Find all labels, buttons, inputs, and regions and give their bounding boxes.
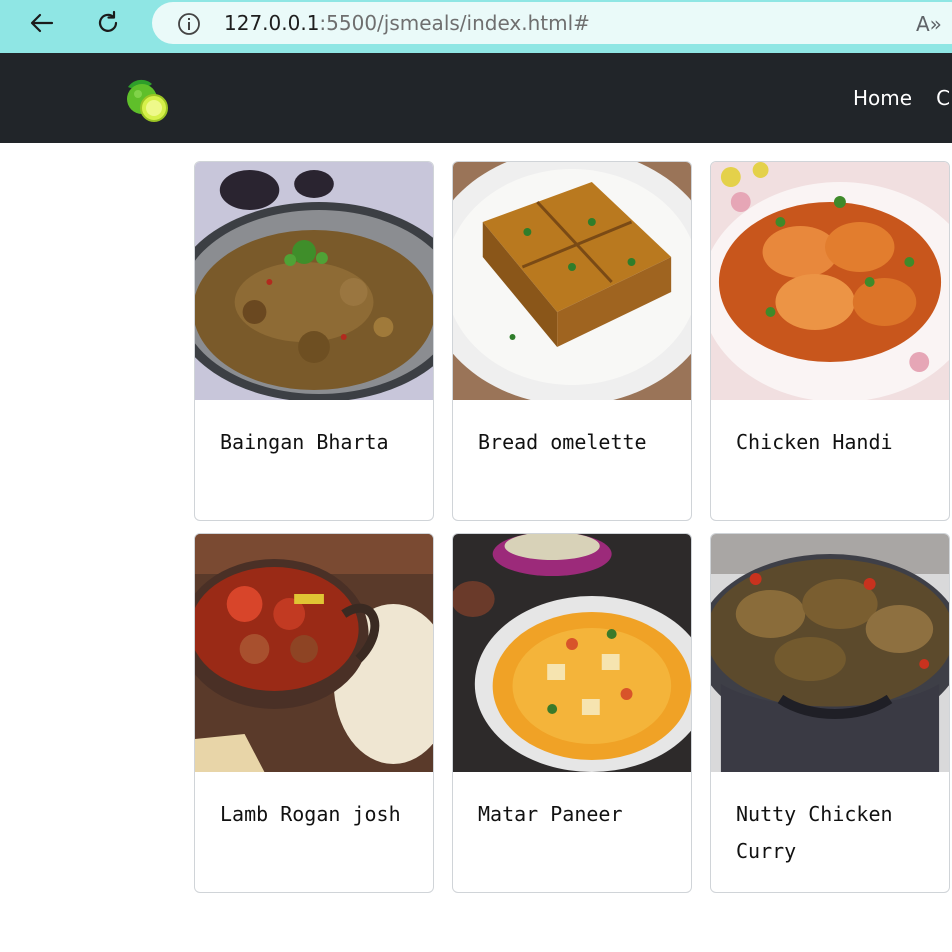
nav-links: Home C: [853, 86, 952, 110]
nav-link-truncated[interactable]: C: [936, 86, 950, 110]
meal-image[interactable]: [195, 534, 433, 772]
meal-image[interactable]: [453, 162, 691, 400]
url-host: 127.0.0.1: [224, 11, 320, 35]
meal-card[interactable]: Lamb Rogan josh: [194, 533, 434, 893]
meal-card[interactable]: Nutty Chicken Curry: [710, 533, 950, 893]
url-text[interactable]: 127.0.0.1:5500/jsmeals/index.html#: [224, 11, 590, 35]
meal-title[interactable]: Nutty Chicken Curry: [736, 796, 936, 870]
meal-title[interactable]: Chicken Handi: [736, 424, 936, 461]
meal-title[interactable]: Lamb Rogan josh: [220, 796, 420, 833]
meal-image[interactable]: [195, 162, 433, 400]
meal-card[interactable]: Chicken Handi: [710, 161, 950, 521]
meal-title[interactable]: Bread omelette: [478, 424, 678, 461]
nav-link-home[interactable]: Home: [853, 86, 912, 110]
meal-card[interactable]: Baingan Bharta: [194, 161, 434, 521]
lime-logo-icon[interactable]: [122, 75, 172, 125]
meal-title[interactable]: Baingan Bharta: [220, 424, 420, 461]
info-icon[interactable]: [176, 11, 202, 37]
meal-image[interactable]: [711, 162, 949, 400]
meal-card[interactable]: Matar Paneer: [452, 533, 692, 893]
site-navbar: Home C: [0, 53, 952, 143]
reload-icon[interactable]: [88, 6, 128, 40]
meal-image[interactable]: [453, 534, 691, 772]
meal-image[interactable]: [711, 534, 949, 772]
meal-card[interactable]: Bread omelette: [452, 161, 692, 521]
address-bar[interactable]: 127.0.0.1:5500/jsmeals/index.html# A»: [152, 2, 952, 44]
url-path: :5500/jsmeals/index.html#: [319, 11, 590, 35]
browser-toolbar: 127.0.0.1:5500/jsmeals/index.html# A»: [0, 0, 952, 53]
back-arrow-icon[interactable]: [22, 6, 62, 40]
read-aloud-icon[interactable]: A»: [916, 12, 942, 36]
meal-title[interactable]: Matar Paneer: [478, 796, 678, 833]
